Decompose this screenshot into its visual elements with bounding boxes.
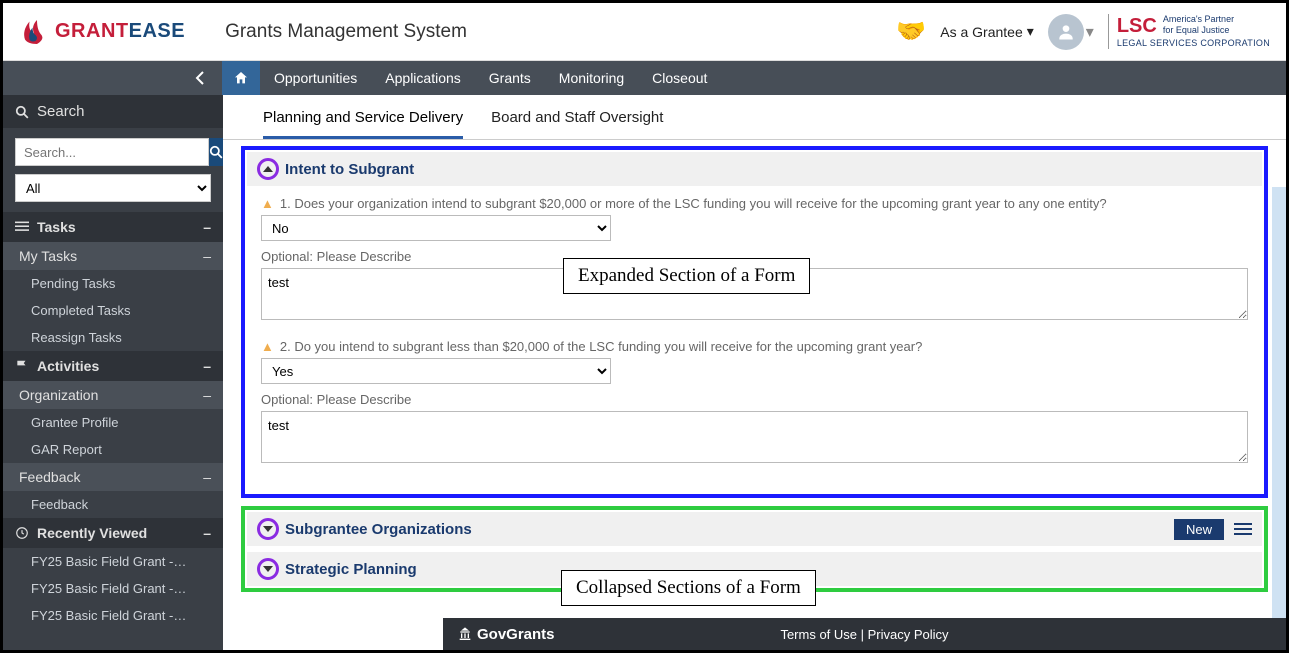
home-icon <box>233 70 249 86</box>
expanded-section-frame: Intent to Subgrant ▲ 1. Does your organi… <box>241 146 1268 498</box>
role-switcher[interactable]: As a Grantee ▾ <box>940 23 1034 40</box>
caret-down-icon <box>263 526 273 532</box>
tab-planning-service[interactable]: Planning and Service Delivery <box>263 103 463 139</box>
grantease-flame-icon <box>19 17 49 47</box>
sidebar-item-reassign-tasks[interactable]: Reassign Tasks <box>3 324 223 351</box>
nav-closeout[interactable]: Closeout <box>638 61 721 95</box>
collapse-icon: – <box>203 525 211 541</box>
menu-icon[interactable] <box>1234 520 1252 538</box>
search-filter-select[interactable]: All <box>15 174 211 202</box>
footer: GovGrants Terms of Use | Privacy Policy <box>443 618 1286 650</box>
callout-expanded: Expanded Section of a Form <box>563 258 810 294</box>
nav-grants[interactable]: Grants <box>475 61 545 95</box>
home-button[interactable] <box>222 61 260 95</box>
question-1-select[interactable]: No <box>261 215 611 241</box>
caret-down-icon <box>263 566 273 572</box>
question-2-text: 2. Do you intend to subgrant less than $… <box>280 339 922 354</box>
main-content: Planning and Service Delivery Board and … <box>223 95 1286 650</box>
section-title: Subgrantee Organizations <box>285 521 472 538</box>
section-title: Strategic Planning <box>285 561 417 578</box>
question-2-textarea[interactable] <box>261 411 1248 463</box>
top-nav: Opportunities Applications Grants Monito… <box>3 61 1286 95</box>
sub-tabs: Planning and Service Delivery Board and … <box>223 95 1286 140</box>
sidebar-search-header: Search <box>3 95 223 128</box>
question-2: ▲ 2. Do you intend to subgrant less than… <box>261 339 1248 468</box>
chevron-down-icon: ▾ <box>1027 23 1034 40</box>
sidebar-item-recent[interactable]: FY25 Basic Field Grant -… <box>3 548 223 575</box>
sidebar-item-gar-report[interactable]: GAR Report <box>3 436 223 463</box>
expand-toggle[interactable] <box>257 558 279 580</box>
question-2-desc-label: Optional: Please Describe <box>261 392 1248 407</box>
sidebar-item-completed-tasks[interactable]: Completed Tasks <box>3 297 223 324</box>
sidebar-item-feedback[interactable]: Feedback <box>3 491 223 518</box>
warning-icon: ▲ <box>261 339 274 354</box>
form-scroll-area[interactable]: Intent to Subgrant ▲ 1. Does your organi… <box>223 140 1286 650</box>
nav-monitoring[interactable]: Monitoring <box>545 61 638 95</box>
section-title: Intent to Subgrant <box>285 161 414 178</box>
section-header-intent[interactable]: Intent to Subgrant <box>247 152 1262 186</box>
sidebar-collapse-button[interactable] <box>178 61 222 95</box>
right-gutter <box>1272 187 1286 618</box>
sidebar-organization[interactable]: Organization– <box>3 381 223 409</box>
sidebar-item-recent[interactable]: FY25 Basic Field Grant -… <box>3 602 223 629</box>
collapse-icon: – <box>203 219 211 235</box>
sidebar-activities-header[interactable]: Activities – <box>3 351 223 381</box>
grantease-text: GRANTEASE <box>55 20 185 43</box>
search-icon <box>15 105 29 119</box>
handshake-icon: 🤝 <box>896 17 926 46</box>
sidebar-item-grantee-profile[interactable]: Grantee Profile <box>3 409 223 436</box>
collapse-toggle[interactable] <box>257 158 279 180</box>
nav-opportunities[interactable]: Opportunities <box>260 61 371 95</box>
body-row: Search All Tasks – My Tasks– Pending Tas… <box>3 95 1286 650</box>
collapse-icon: – <box>203 469 211 485</box>
warning-icon: ▲ <box>261 196 274 211</box>
sidebar-item-pending-tasks[interactable]: Pending Tasks <box>3 270 223 297</box>
capitol-icon <box>457 626 473 642</box>
question-1-text: 1. Does your organization intend to subg… <box>280 196 1107 211</box>
sidebar-my-tasks[interactable]: My Tasks– <box>3 242 223 270</box>
sidebar: Search All Tasks – My Tasks– Pending Tas… <box>3 95 223 650</box>
header-right: 🤝 As a Grantee ▾ ▾ LSC America's Partner… <box>896 14 1270 50</box>
govgrants-logo: GovGrants <box>457 626 555 643</box>
footer-links[interactable]: Terms of Use | Privacy Policy <box>780 627 948 642</box>
sidebar-item-recent[interactable]: FY25 Basic Field Grant -… <box>3 575 223 602</box>
question-2-select[interactable]: Yes <box>261 358 611 384</box>
user-menu[interactable]: ▾ <box>1048 14 1094 50</box>
search-label: Search <box>37 103 85 120</box>
flag-icon <box>15 359 29 373</box>
section-body-intent: ▲ 1. Does your organization intend to su… <box>247 186 1262 492</box>
collapse-icon: – <box>203 248 211 264</box>
sidebar-recently-viewed-header[interactable]: Recently Viewed – <box>3 518 223 548</box>
section-header-subgrantee-orgs[interactable]: Subgrantee Organizations New <box>247 512 1262 546</box>
header-left: GRANTEASE Grants Management System <box>19 17 467 47</box>
grantease-logo[interactable]: GRANTEASE <box>19 17 185 47</box>
sidebar-search-box: All <box>3 128 223 212</box>
recently-viewed-label: Recently Viewed <box>37 525 147 541</box>
lsc-logo: LSC America's Partner for Equal Justice … <box>1108 14 1270 49</box>
tab-board-staff[interactable]: Board and Staff Oversight <box>491 103 663 139</box>
search-input[interactable] <box>15 138 209 166</box>
search-icon <box>209 145 223 159</box>
avatar-icon <box>1048 14 1084 50</box>
sidebar-tasks-header[interactable]: Tasks – <box>3 212 223 242</box>
header: GRANTEASE Grants Management System 🤝 As … <box>3 3 1286 61</box>
search-button[interactable] <box>209 138 223 166</box>
list-icon <box>15 221 29 233</box>
collapse-icon: – <box>203 387 211 403</box>
callout-collapsed: Collapsed Sections of a Form <box>561 570 816 606</box>
role-label-text: As a Grantee <box>940 24 1023 40</box>
nav-applications[interactable]: Applications <box>371 61 475 95</box>
system-title: Grants Management System <box>225 21 467 43</box>
new-button[interactable]: New <box>1174 519 1224 540</box>
sidebar-feedback-header[interactable]: Feedback– <box>3 463 223 491</box>
caret-up-icon <box>263 166 273 172</box>
expand-toggle[interactable] <box>257 518 279 540</box>
activities-label: Activities <box>37 358 99 374</box>
tasks-label: Tasks <box>37 219 76 235</box>
collapse-icon: – <box>203 358 211 374</box>
clock-icon <box>15 526 29 540</box>
chevron-down-icon: ▾ <box>1086 22 1094 42</box>
